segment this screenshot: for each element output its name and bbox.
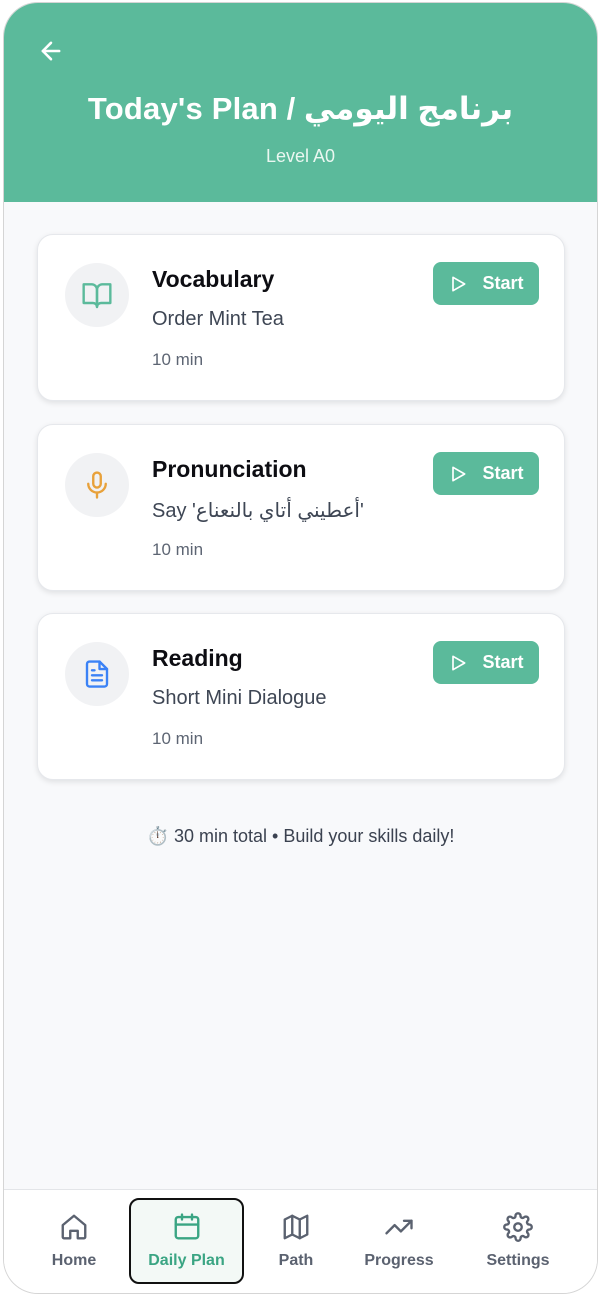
page-title: برنامج اليومي / Today's Plan xyxy=(87,91,514,126)
nav-item-settings[interactable]: Settings xyxy=(472,1198,564,1284)
document-icon xyxy=(85,660,109,688)
play-icon xyxy=(452,655,466,670)
start-label: Start xyxy=(482,463,524,483)
start-button-pronunciation[interactable]: Start xyxy=(433,452,539,495)
nav-item-home[interactable]: Home xyxy=(32,1198,116,1284)
card-icon-badge xyxy=(65,263,129,327)
lesson-card-reading: Reading Short Mini Dialogue 10 min Start xyxy=(37,613,565,780)
nav-label: Home xyxy=(51,1252,97,1269)
header: برنامج اليومي / Today's Plan Level A0 xyxy=(4,3,597,202)
card-title: Vocabulary xyxy=(152,266,275,292)
back-button[interactable] xyxy=(34,34,68,68)
trending-up-icon xyxy=(385,1219,413,1235)
card-duration: 10 min xyxy=(152,729,204,748)
book-open-icon xyxy=(82,283,112,309)
nav-item-progress[interactable]: Progress xyxy=(354,1198,444,1284)
microphone-icon xyxy=(87,471,107,499)
calendar-icon xyxy=(174,1213,199,1240)
play-icon xyxy=(452,466,466,481)
card-icon-badge xyxy=(65,453,129,517)
nav-label: Progress xyxy=(364,1252,434,1269)
home-icon xyxy=(61,1214,87,1240)
app-screen: برنامج اليومي / Today's Plan Level A0 Vo… xyxy=(4,3,597,1293)
start-label: Start xyxy=(482,273,524,293)
play-icon xyxy=(452,276,466,291)
nav-label: Path xyxy=(278,1252,314,1269)
start-button-reading[interactable]: Start xyxy=(433,641,539,684)
level-label: Level A0 xyxy=(265,146,336,166)
nav-label: Settings xyxy=(486,1252,550,1269)
nav-item-path[interactable]: Path xyxy=(254,1198,338,1284)
gear-icon xyxy=(503,1212,533,1242)
lesson-card-vocabulary: Vocabulary Order Mint Tea 10 min Start xyxy=(37,234,565,401)
card-subtitle: Say 'أعطيني أتاي بالنعناع' xyxy=(152,500,364,522)
total-time-note: ⏱️ 30 min total • Build your skills dail… xyxy=(4,826,597,847)
card-duration: 10 min xyxy=(152,540,204,559)
card-title: Pronunciation xyxy=(152,456,307,482)
total-time-text: 30 min total • Build your skills daily! xyxy=(174,826,455,846)
stopwatch-icon: ⏱️ xyxy=(146,826,169,846)
card-duration: 10 min xyxy=(152,350,204,369)
map-icon xyxy=(283,1214,309,1240)
bottom-nav: Home Daily Plan Path Progress Settings xyxy=(4,1189,597,1293)
card-subtitle: Short Mini Dialogue xyxy=(152,687,327,709)
nav-item-daily-plan[interactable]: Daily Plan xyxy=(129,1198,244,1284)
card-subtitle: Order Mint Tea xyxy=(152,308,284,330)
start-label: Start xyxy=(482,652,524,672)
arrow-left-icon xyxy=(41,41,61,61)
card-icon-badge xyxy=(65,642,129,706)
start-button-vocabulary[interactable]: Start xyxy=(433,262,539,305)
nav-label: Daily Plan xyxy=(148,1252,225,1269)
lesson-card-pronunciation: Pronunciation Say 'أعطيني أتاي بالنعناع'… xyxy=(37,424,565,591)
card-title: Reading xyxy=(152,645,243,671)
